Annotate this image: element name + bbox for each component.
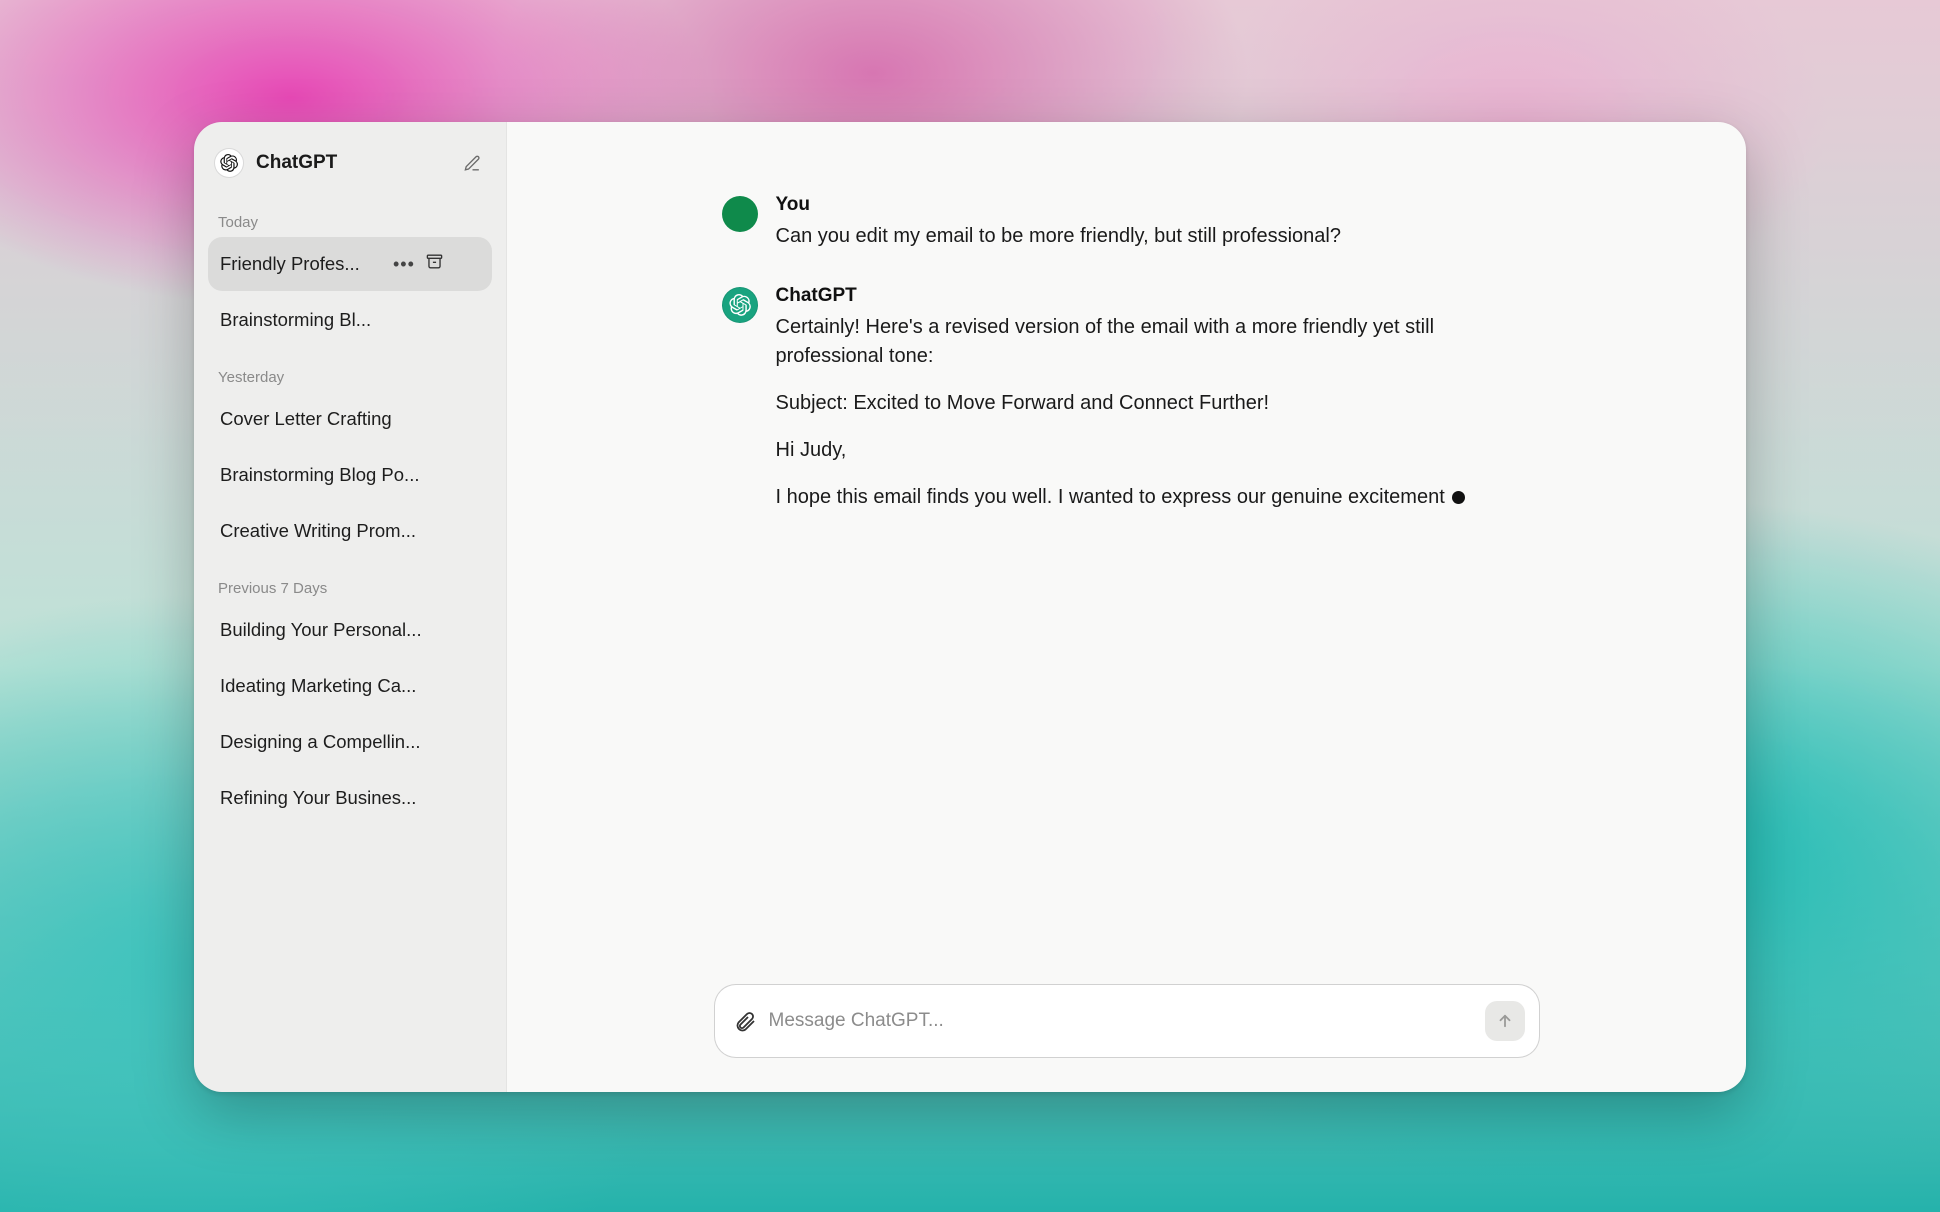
conversation-item[interactable]: Building Your Personal... [208, 603, 492, 657]
conversation-title: Brainstorming Blog Po... [220, 464, 480, 486]
conversation-item[interactable]: Brainstorming Bl... [208, 293, 492, 347]
sidebar-section-prev7: Building Your Personal... Ideating Marke… [208, 603, 492, 825]
more-icon[interactable]: ••• [393, 255, 415, 273]
attach-icon[interactable] [733, 1009, 757, 1033]
chat-scroll[interactable]: You Can you edit my email to be more fri… [507, 122, 1746, 1092]
conversation-item[interactable]: Ideating Marketing Ca... [208, 659, 492, 713]
new-chat-button[interactable] [458, 149, 486, 177]
conversation-item[interactable]: Brainstorming Blog Po... [208, 448, 492, 502]
archive-icon[interactable] [425, 252, 444, 276]
sidebar-section-today: Friendly Profes... ••• Brainstorming Bl.… [208, 237, 492, 347]
sender-label: ChatGPT [776, 285, 1532, 307]
sidebar-section-yesterday: Cover Letter Crafting Brainstorming Blog… [208, 392, 492, 558]
conversation-item[interactable]: Cover Letter Crafting [208, 392, 492, 446]
message-text: Can you edit my email to be more friendl… [776, 222, 1532, 251]
user-avatar [722, 196, 758, 232]
brand-logo-icon [214, 148, 244, 178]
assistant-avatar-icon [722, 287, 758, 323]
message-assistant: ChatGPT Certainly! Here's a revised vers… [722, 285, 1532, 512]
brand-name: ChatGPT [256, 152, 446, 174]
sidebar-section-label: Previous 7 Days [208, 558, 492, 603]
conversation-item[interactable]: Designing a Compellin... [208, 715, 492, 769]
chat-main: You Can you edit my email to be more fri… [507, 122, 1746, 1092]
message-text: Certainly! Here's a revised version of t… [776, 313, 1532, 512]
sidebar-header: ChatGPT [208, 146, 492, 188]
conversation-title: Brainstorming Bl... [220, 309, 480, 331]
sender-label: You [776, 194, 1532, 216]
composer-input[interactable] [769, 1010, 1473, 1032]
conversation-item[interactable]: Friendly Profes... ••• [208, 237, 492, 291]
sidebar-section-label: Yesterday [208, 347, 492, 392]
message-user: You Can you edit my email to be more fri… [722, 194, 1532, 251]
sidebar: ChatGPT Today Friendly Profes... ••• Bra… [194, 122, 507, 1092]
conversation-title: Cover Letter Crafting [220, 408, 480, 430]
conversation-title: Friendly Profes... [220, 253, 385, 275]
conversation-title: Designing a Compellin... [220, 731, 480, 753]
streaming-cursor-icon [1452, 491, 1465, 504]
conversation-item[interactable]: Refining Your Busines... [208, 771, 492, 825]
conversation-title: Ideating Marketing Ca... [220, 675, 480, 697]
conversation-title: Creative Writing Prom... [220, 520, 480, 542]
app-window: ChatGPT Today Friendly Profes... ••• Bra… [194, 122, 1746, 1092]
conversation-title: Building Your Personal... [220, 619, 480, 641]
composer [714, 984, 1540, 1058]
chat-thread: You Can you edit my email to be more fri… [722, 194, 1532, 512]
conversation-title: Refining Your Busines... [220, 787, 480, 809]
send-button[interactable] [1485, 1001, 1525, 1041]
conversation-item[interactable]: Creative Writing Prom... [208, 504, 492, 558]
sidebar-section-label: Today [208, 188, 492, 237]
